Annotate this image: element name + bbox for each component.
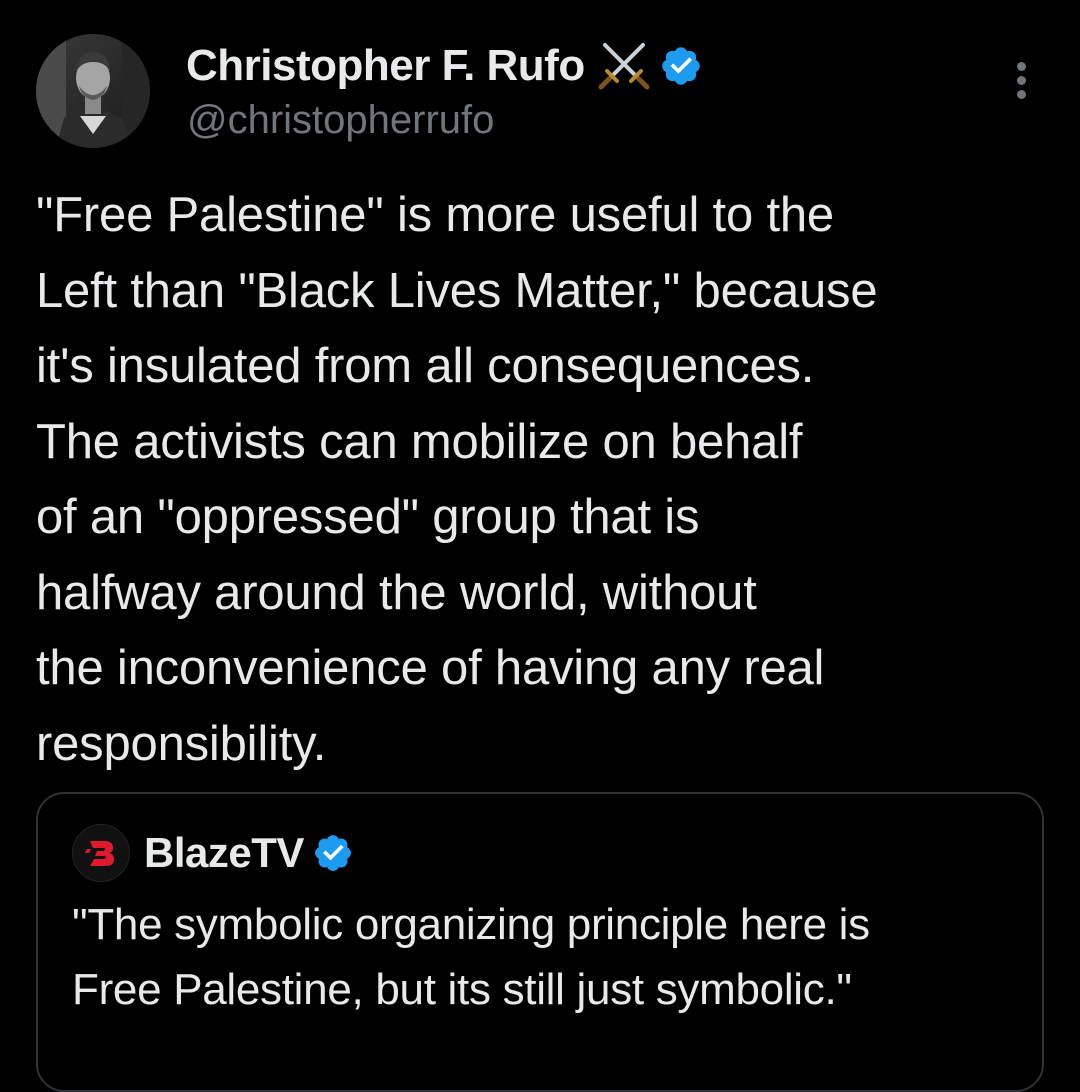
tweet-text: "Free Palestine" is more useful to the L… — [36, 188, 878, 771]
quoted-tweet-header: BlazeTV — [72, 824, 354, 882]
tweet[interactable]: Christopher F. Rufo @christopherrufo "Fr… — [0, 0, 1080, 1092]
more-options-icon[interactable] — [1010, 60, 1034, 102]
verified-badge-icon[interactable] — [659, 44, 703, 88]
author-display-name[interactable]: Christopher F. Rufo — [186, 41, 585, 91]
verified-badge-icon[interactable] — [312, 832, 354, 874]
quoted-author-name[interactable]: BlazeTV — [144, 829, 304, 877]
author-name-row: Christopher F. Rufo — [186, 38, 703, 94]
author-handle[interactable]: @christopherrufo — [187, 98, 494, 143]
blaze-logo-icon[interactable] — [72, 824, 130, 882]
quoted-tweet-text: "The symbolic organizing principle here … — [72, 900, 870, 1014]
crossed-swords-icon — [595, 37, 653, 95]
tweet-header: Christopher F. Rufo @christopherrufo — [36, 34, 1046, 154]
quoted-tweet-card[interactable]: BlazeTV "The symbolic organizing princip… — [36, 792, 1044, 1092]
author-avatar[interactable] — [36, 34, 150, 148]
